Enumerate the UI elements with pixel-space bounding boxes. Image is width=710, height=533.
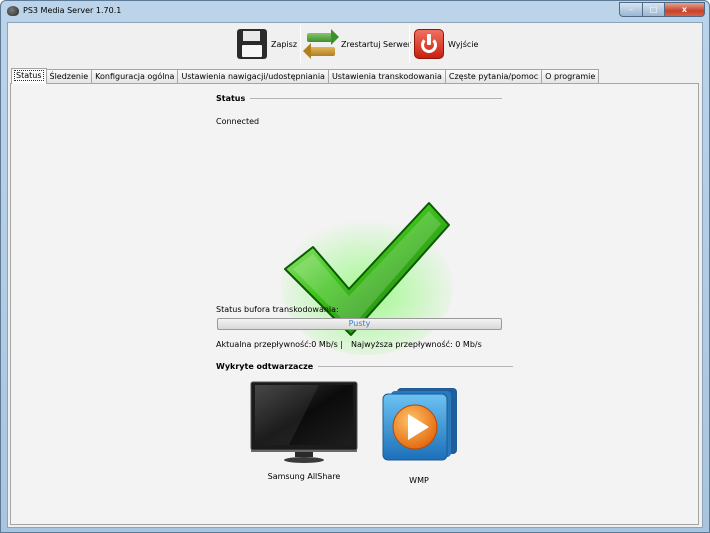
minimize-button[interactable]: – — [619, 2, 643, 17]
power-icon — [414, 29, 444, 59]
save-button[interactable]: Zapisz — [237, 24, 297, 64]
exit-label: Wyjście — [448, 39, 479, 49]
wmp-icon — [382, 388, 457, 461]
player-wmp[interactable]: WMP — [377, 384, 461, 485]
maximize-button[interactable]: □ — [643, 2, 665, 17]
window-controls: – □ x — [619, 2, 705, 17]
bitrate-separator: | — [340, 340, 343, 349]
title-bar[interactable]: PS3 Media Server 1.70.1 – □ x — [1, 1, 709, 21]
current-bitrate: Aktualna przepływność:0 Mb/s — [216, 340, 338, 349]
tv-icon — [250, 381, 358, 463]
client-area: Zapisz Zrestartuj Serwer Wyjście Status … — [7, 22, 703, 528]
tab-status[interactable]: Status — [11, 68, 47, 84]
window-title: PS3 Media Server 1.70.1 — [23, 6, 122, 15]
restart-label: Zrestartuj Serwer — [341, 39, 412, 49]
connection-status: Connected — [216, 117, 260, 126]
restart-arrows-icon — [303, 29, 339, 59]
floppy-disk-icon — [237, 29, 267, 59]
toolbar: Zapisz Zrestartuj Serwer Wyjście — [8, 23, 702, 67]
status-section-header: Status — [216, 94, 503, 103]
player-name: Samsung AllShare — [267, 472, 341, 481]
exit-button[interactable]: Wyjście — [414, 24, 478, 64]
section-divider — [318, 366, 514, 367]
status-section-title: Status — [216, 94, 246, 103]
app-window: PS3 Media Server 1.70.1 – □ x Zapisz Zre… — [0, 0, 710, 533]
tab-tracing[interactable]: Śledzenie — [45, 69, 93, 84]
tab-strip: Status Śledzenie Konfiguracja ogólna Ust… — [11, 68, 600, 84]
tab-about[interactable]: O programie — [541, 69, 600, 84]
players-section-header: Wykryte odtwarzacze — [216, 362, 514, 371]
players-section-title: Wykryte odtwarzacze — [216, 362, 314, 371]
tab-navigation-sharing[interactable]: Ustawienia nawigacji/udostępniania — [177, 69, 329, 84]
tab-general-config[interactable]: Konfiguracja ogólna — [91, 69, 179, 84]
save-label: Zapisz — [271, 39, 298, 49]
tab-transcoding[interactable]: Ustawienia transkodowania — [327, 69, 446, 84]
player-samsung-allshare[interactable]: Samsung AllShare — [249, 380, 359, 481]
player-name: WMP — [409, 476, 429, 485]
restart-server-button[interactable]: Zrestartuj Serwer — [303, 24, 412, 64]
status-panel: Status Connected Status bufora transkodo… — [10, 83, 699, 525]
buffer-status-label: Status bufora transkodowania: — [216, 305, 339, 314]
connected-check-icon — [281, 202, 453, 355]
close-button[interactable]: x — [665, 2, 705, 17]
section-divider — [250, 98, 503, 99]
max-bitrate: Najwyższa przepływność: 0 Mb/s — [351, 340, 482, 349]
toolbar-separator — [409, 25, 410, 63]
buffer-progress-bar: Pusty — [217, 318, 502, 330]
toolbar-separator — [300, 25, 301, 63]
app-icon — [7, 6, 19, 16]
tab-faq-help[interactable]: Częste pytania/pomoc — [444, 69, 543, 84]
buffer-progress-text: Pusty — [348, 319, 371, 328]
